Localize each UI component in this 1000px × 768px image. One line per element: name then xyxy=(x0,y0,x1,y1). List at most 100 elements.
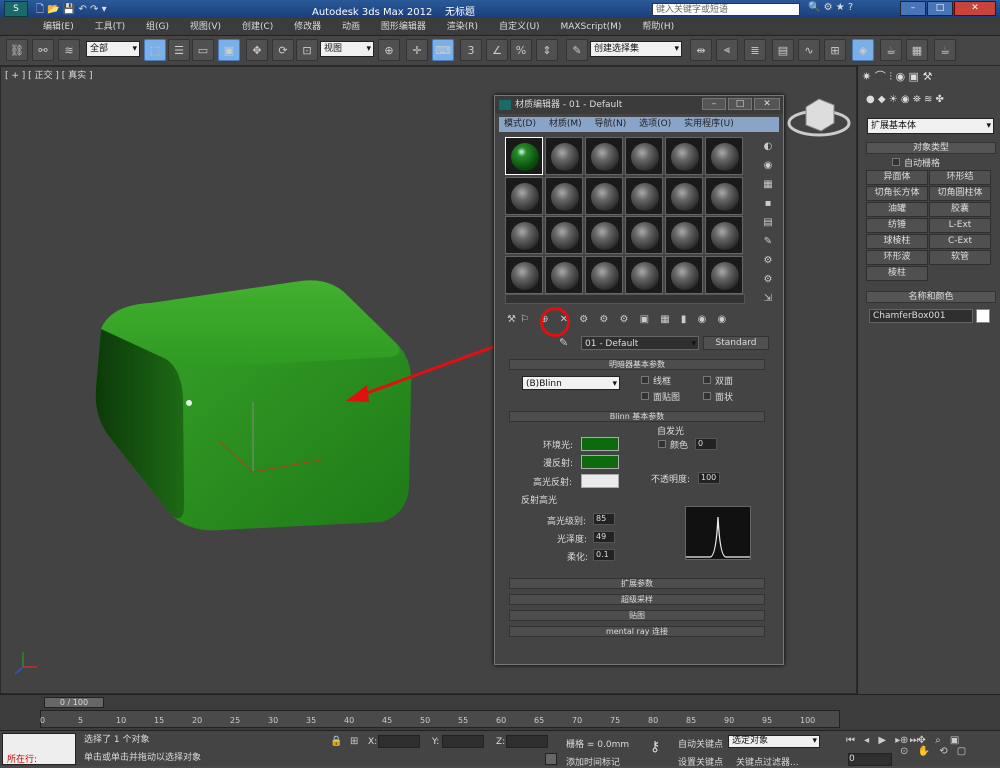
btn-ringwave[interactable]: 环形波 xyxy=(866,250,928,265)
minimize-button[interactable]: – xyxy=(900,1,926,16)
self-illum-color-checkbox[interactable] xyxy=(658,440,666,448)
medit-minimize[interactable]: – xyxy=(702,98,726,110)
absolute-mode-icon[interactable]: ⊞ xyxy=(350,736,358,747)
menu-modifiers[interactable]: 修改器 xyxy=(285,18,330,36)
material-slot[interactable] xyxy=(665,216,703,254)
snap-3d-icon[interactable]: 3 xyxy=(460,39,482,61)
medit-close[interactable]: ✕ xyxy=(754,98,780,110)
rect-region-icon[interactable]: ▭ xyxy=(192,39,214,61)
unlink-icon[interactable]: ⚯ xyxy=(32,39,54,61)
move-icon[interactable]: ✥ xyxy=(246,39,268,61)
key-icon[interactable]: ⚷ xyxy=(650,739,660,755)
y-coord-field[interactable] xyxy=(442,735,484,748)
window-crossing-icon[interactable]: ▣ xyxy=(218,39,240,61)
material-slot[interactable] xyxy=(625,176,663,215)
btn-chamfer-box[interactable]: 切角长方体 xyxy=(866,186,928,201)
btn-l-ext[interactable]: L-Ext xyxy=(929,218,991,233)
named-selection-dropdown[interactable]: 创建选择集 xyxy=(590,41,682,57)
select-manipulate-icon[interactable]: ✛ xyxy=(406,39,428,61)
material-slot[interactable] xyxy=(505,176,543,215)
material-slot[interactable] xyxy=(505,216,543,254)
ambient-swatch[interactable] xyxy=(581,437,619,451)
add-time-tag[interactable]: 添加时间标记 xyxy=(566,755,620,768)
material-slot[interactable] xyxy=(665,176,703,215)
menu-animation[interactable]: 动画 xyxy=(333,18,369,36)
pivot-center-icon[interactable]: ⊕ xyxy=(378,39,400,61)
auto-key-button[interactable]: 自动关键点 xyxy=(678,737,723,750)
render-icon[interactable]: ☕ xyxy=(934,39,956,61)
menu-maxscript[interactable]: MAXScript(M) xyxy=(551,18,630,36)
selection-filter-dropdown[interactable]: 全部 xyxy=(86,41,140,57)
extended-params-rollout[interactable]: 扩展参数 xyxy=(509,578,765,589)
mirror-icon[interactable]: ⇹ xyxy=(690,39,712,61)
set-key-button[interactable]: 设置关键点 xyxy=(678,755,723,768)
menu-group[interactable]: 组(G) xyxy=(137,18,178,36)
link-icon[interactable]: ⛓ xyxy=(6,39,28,61)
material-slot[interactable] xyxy=(705,216,743,254)
render-setup-icon[interactable]: ☕ xyxy=(880,39,902,61)
keyboard-shortcut-icon[interactable]: ⌨ xyxy=(432,39,454,61)
material-slot[interactable] xyxy=(505,255,543,294)
menu-tools[interactable]: 工具(T) xyxy=(86,18,135,36)
material-slot[interactable] xyxy=(585,176,623,215)
maximize-button[interactable]: □ xyxy=(927,1,953,16)
viewport-label[interactable]: [ + ] [ 正交 ] [ 真实 ] xyxy=(5,68,93,81)
time-tag-icon[interactable] xyxy=(545,753,557,765)
object-name-field[interactable]: ChamferBox001 xyxy=(869,309,973,323)
current-frame-field[interactable]: 0 xyxy=(848,753,892,766)
menu-graph-editors[interactable]: 图形编辑器 xyxy=(372,18,435,36)
material-slot[interactable] xyxy=(585,255,623,294)
edit-named-sets-icon[interactable]: ✎ xyxy=(566,39,588,61)
scale-icon[interactable]: ⊡ xyxy=(296,39,318,61)
supersampling-rollout[interactable]: 超级采样 xyxy=(509,594,765,605)
shader-dropdown[interactable]: (B)Blinn xyxy=(522,376,620,391)
material-slot[interactable] xyxy=(665,137,703,175)
category-dropdown[interactable]: 扩展基本体 xyxy=(867,118,994,134)
medit-maximize[interactable]: □ xyxy=(728,98,752,110)
btn-spindle[interactable]: 纺锤 xyxy=(866,218,928,233)
btn-oiltank[interactable]: 油罐 xyxy=(866,202,928,217)
material-slot[interactable] xyxy=(625,216,663,254)
material-slot[interactable] xyxy=(545,216,583,254)
select-object-icon[interactable]: ⬚ xyxy=(144,39,166,61)
reference-coord-dropdown[interactable]: 视图 xyxy=(320,41,374,57)
lock-icon[interactable]: 🔒 xyxy=(330,736,342,747)
menu-customize[interactable]: 自定义(U) xyxy=(490,18,549,36)
create-category-icons[interactable]: ● ◆ ☀ ◉ ⛯ ≋ ✤ xyxy=(866,94,996,110)
pick-material-icon[interactable]: ✎ xyxy=(559,336,568,349)
material-name-dropdown[interactable]: 01 - Default xyxy=(581,336,699,351)
opacity-spinner[interactable]: 100 xyxy=(698,472,720,484)
maxscript-listener[interactable]: 所在行: xyxy=(2,733,76,765)
search-input[interactable]: 键入关键字或短语 xyxy=(652,3,800,16)
shader-rollout-header[interactable]: 明暗器基本参数 xyxy=(509,359,765,370)
menu-create[interactable]: 创建(C) xyxy=(233,18,282,36)
app-logo-icon[interactable]: S xyxy=(4,1,28,17)
btn-c-ext[interactable]: C-Ext xyxy=(929,234,991,249)
x-coord-field[interactable] xyxy=(378,735,420,748)
material-slot[interactable] xyxy=(665,255,703,294)
medit-menu-modes[interactable]: 模式(D) xyxy=(499,119,541,129)
btn-hose[interactable]: 软管 xyxy=(929,250,991,265)
menu-help[interactable]: 帮助(H) xyxy=(633,18,683,36)
self-illum-spinner[interactable]: 0 xyxy=(695,438,717,450)
key-filters-button[interactable]: 关键点过滤器... xyxy=(736,755,799,768)
material-editor-icon[interactable]: ◈ xyxy=(852,39,874,61)
menu-rendering[interactable]: 渲染(R) xyxy=(438,18,487,36)
viewcube-icon[interactable] xyxy=(787,98,851,137)
help-icons[interactable]: 🔍 ⚙ ★ ? xyxy=(808,2,853,13)
autogrid-checkbox[interactable] xyxy=(892,158,900,166)
material-slot[interactable] xyxy=(705,255,743,294)
bind-spacewarp-icon[interactable]: ≋ xyxy=(58,39,80,61)
menu-views[interactable]: 视图(V) xyxy=(181,18,230,36)
material-slot[interactable] xyxy=(585,137,623,175)
medit-menu-utilities[interactable]: 实用程序(U) xyxy=(679,119,739,129)
menu-edit[interactable]: 编辑(E) xyxy=(34,18,83,36)
material-slot[interactable] xyxy=(625,255,663,294)
btn-hedra[interactable]: 异面体 xyxy=(866,170,928,185)
soften-spinner[interactable]: 0.1 xyxy=(593,549,615,561)
material-slot[interactable] xyxy=(545,137,583,175)
mental-ray-rollout[interactable]: mental ray 连接 xyxy=(509,626,765,637)
rotate-icon[interactable]: ⟳ xyxy=(272,39,294,61)
material-slot[interactable] xyxy=(705,176,743,215)
diffuse-swatch[interactable] xyxy=(581,455,619,469)
